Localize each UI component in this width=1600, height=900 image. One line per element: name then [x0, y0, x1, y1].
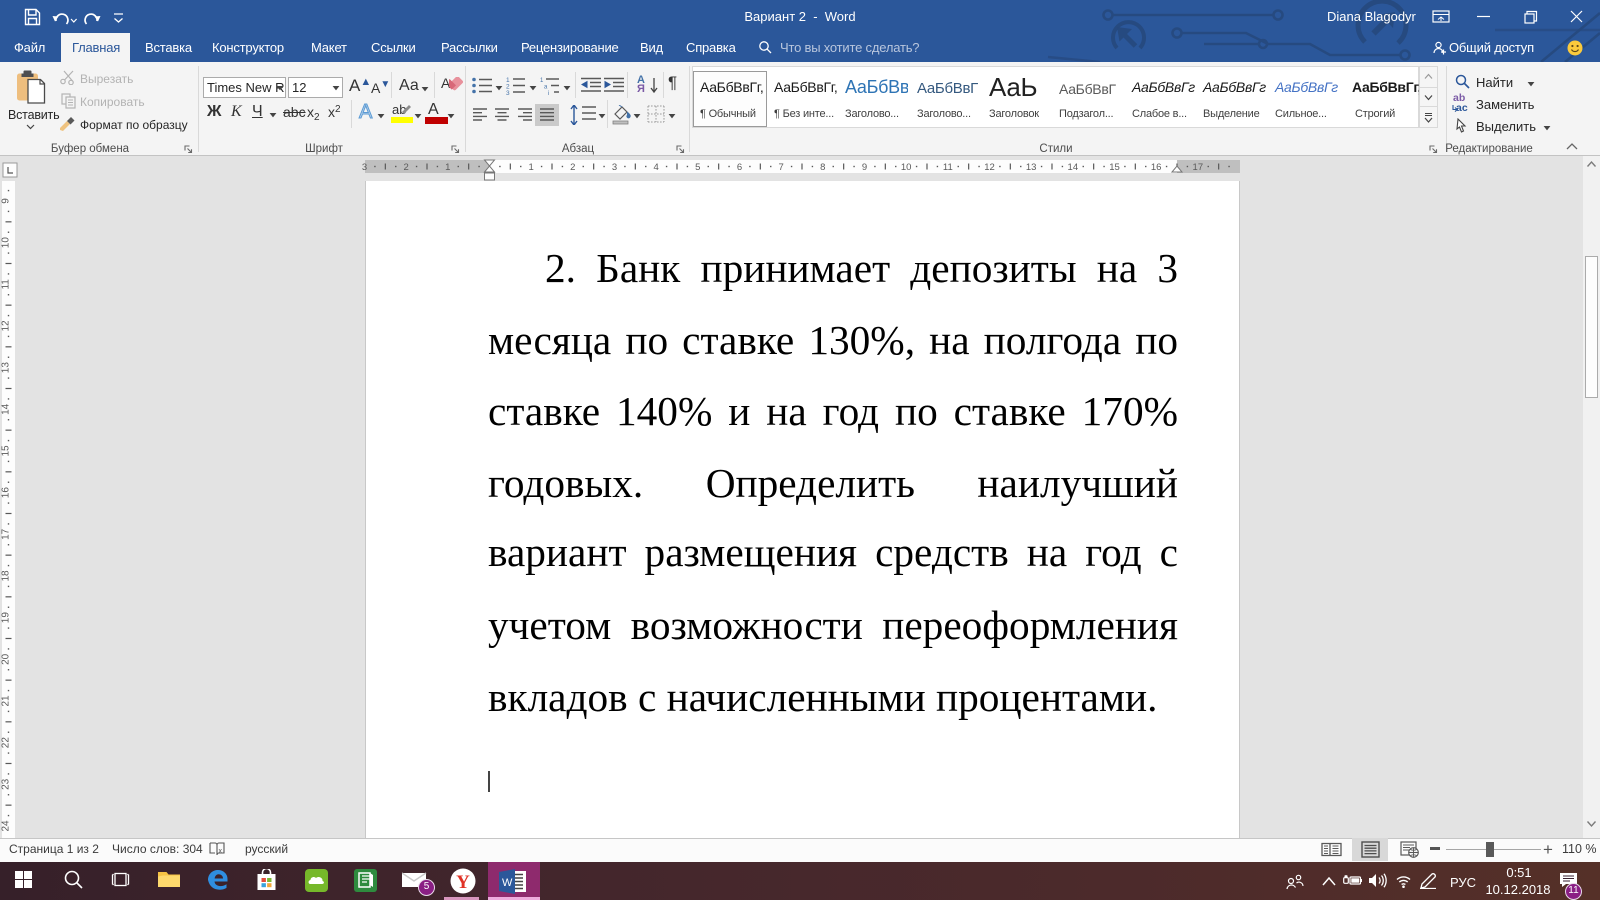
- svg-text:22: 22: [1, 737, 12, 749]
- svg-text:3: 3: [612, 162, 617, 173]
- svg-text:14: 14: [1, 403, 12, 415]
- svg-text:2: 2: [570, 162, 575, 173]
- svg-text:2: 2: [404, 162, 409, 173]
- svg-text:21: 21: [1, 695, 12, 707]
- svg-text:23: 23: [1, 778, 12, 790]
- svg-text:x: x: [219, 848, 223, 855]
- svg-text:6: 6: [737, 162, 742, 173]
- svg-text:19: 19: [1, 612, 12, 624]
- svg-text:i: i: [548, 91, 549, 95]
- svg-text:1: 1: [529, 162, 534, 173]
- svg-text:14: 14: [1068, 162, 1079, 173]
- svg-text:24: 24: [1, 820, 12, 832]
- svg-text:3: 3: [506, 90, 510, 95]
- svg-text:1: 1: [540, 78, 544, 84]
- svg-text:13: 13: [1, 362, 12, 374]
- svg-text:W: W: [502, 877, 513, 889]
- svg-text:17: 17: [1193, 162, 1204, 173]
- svg-text:Y: Y: [456, 872, 470, 893]
- svg-text:16: 16: [1151, 162, 1162, 173]
- svg-text:15: 15: [1109, 162, 1120, 173]
- svg-text:3: 3: [362, 162, 367, 173]
- svg-text:17: 17: [1, 528, 12, 540]
- svg-text:a: a: [544, 85, 548, 91]
- svg-text:12: 12: [1, 320, 12, 332]
- svg-text:20: 20: [1, 653, 12, 665]
- svg-text:10: 10: [1, 237, 12, 249]
- svg-text:12: 12: [984, 162, 995, 173]
- svg-text:11: 11: [943, 162, 953, 173]
- svg-text:11: 11: [1, 279, 12, 290]
- svg-text:7: 7: [779, 162, 784, 173]
- svg-text:9: 9: [1, 198, 12, 204]
- svg-text:15: 15: [1, 445, 12, 457]
- svg-text:5: 5: [695, 162, 700, 173]
- svg-text:4: 4: [654, 162, 659, 173]
- svg-text:13: 13: [1026, 162, 1037, 173]
- svg-text:10: 10: [901, 162, 912, 173]
- svg-text:9: 9: [862, 162, 867, 173]
- svg-text:18: 18: [1, 570, 12, 582]
- svg-text:1: 1: [445, 162, 450, 173]
- svg-text:16: 16: [1, 487, 12, 499]
- svg-text:8: 8: [820, 162, 825, 173]
